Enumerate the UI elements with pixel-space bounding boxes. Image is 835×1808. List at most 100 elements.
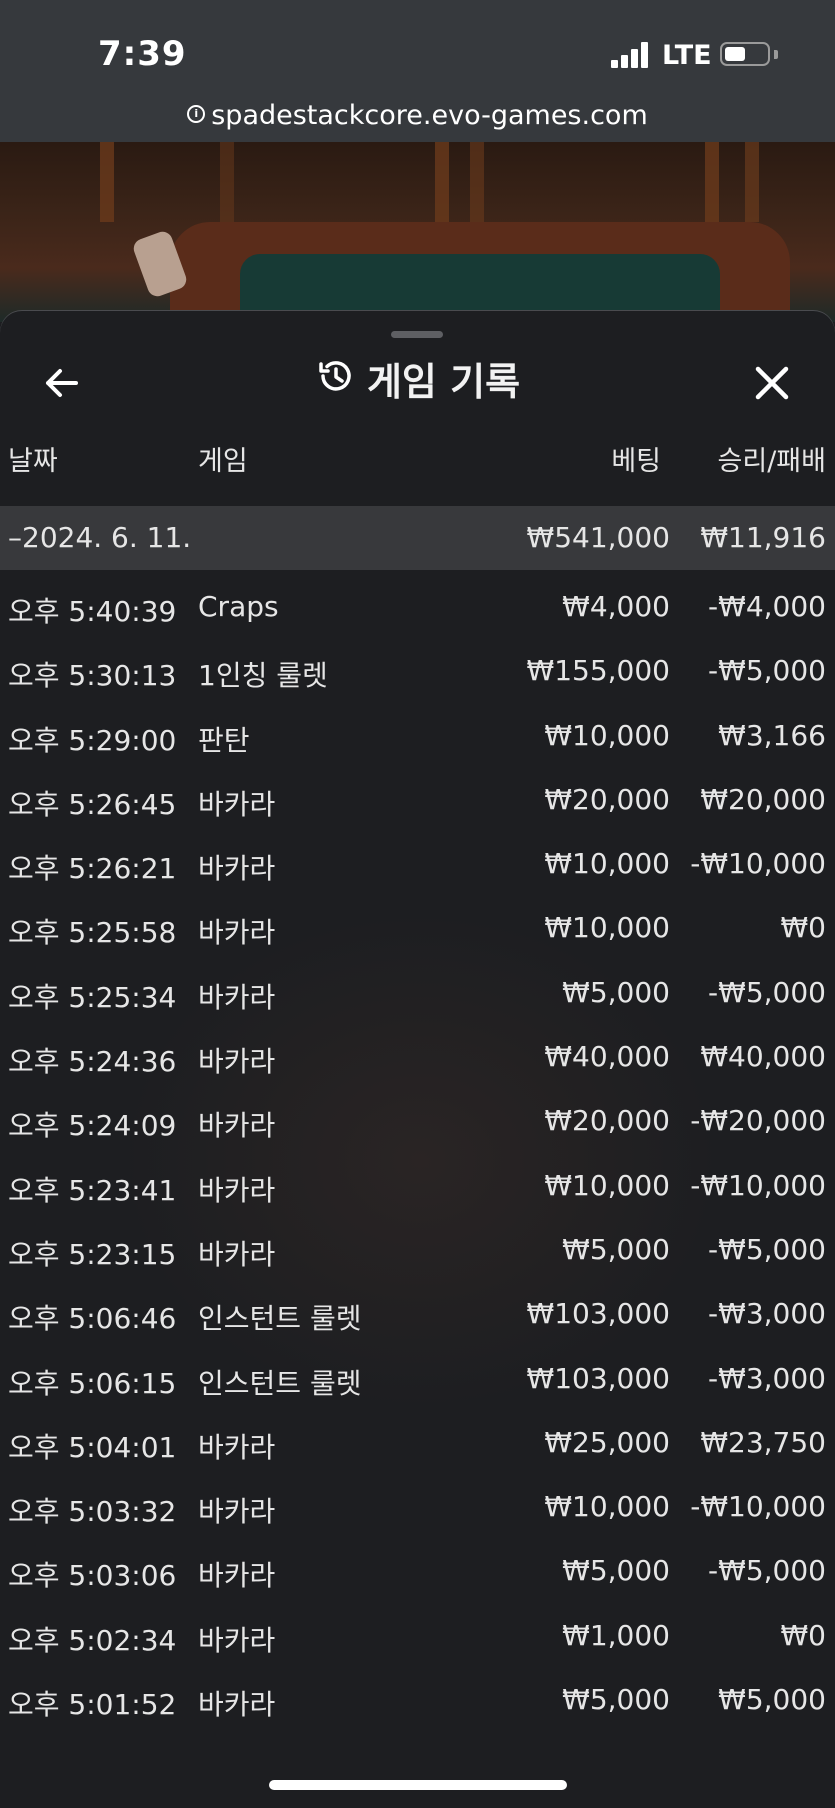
row-game: 바카라	[198, 1173, 276, 1207]
row-time: 오후 5:02:34	[8, 1623, 177, 1657]
table-row[interactable]: 오후 5:40:39 Craps ₩4,000 -₩4,000	[0, 578, 835, 642]
table-row[interactable]: 오후 5:26:21 바카라 ₩10,000 -₩10,000	[0, 835, 835, 899]
row-bet: ₩4,000	[562, 590, 670, 623]
table-row[interactable]: 오후 5:06:15 인스턴트 룰렛 ₩103,000 -₩3,000	[0, 1350, 835, 1414]
table-row[interactable]: 오후 5:25:34 바카라 ₩5,000 -₩5,000	[0, 964, 835, 1028]
table-row[interactable]: 오후 5:06:46 인스턴트 룰렛 ₩103,000 -₩3,000	[0, 1285, 835, 1349]
row-time: 오후 5:23:15	[8, 1237, 177, 1271]
row-bet: ₩5,000	[562, 1683, 670, 1717]
row-bet: ₩155,000	[526, 654, 670, 688]
row-game: 바카라	[198, 1623, 276, 1657]
row-time: 오후 5:26:21	[8, 852, 177, 886]
history-icon	[315, 356, 355, 396]
network-type: LTE	[662, 40, 712, 71]
row-time: 오후 5:24:09	[8, 1109, 177, 1143]
row-bet: ₩10,000	[544, 1168, 670, 1202]
row-time: 오후 5:25:58	[8, 916, 177, 950]
row-result: -₩5,000	[708, 1232, 826, 1266]
game-history-panel: 게임 기록 날짜 게임 베팅 승리/패배 –2024. 6. 11. ₩541,…	[0, 311, 835, 1808]
row-result: -₩5,000	[708, 975, 826, 1009]
table-row[interactable]: 오후 5:24:09 바카라 ₩20,000 -₩20,000	[0, 1092, 835, 1156]
row-result: ₩5,000	[718, 1683, 826, 1717]
row-result: ₩20,000	[700, 782, 826, 816]
row-time: 오후 5:23:41	[8, 1173, 177, 1207]
row-time: 오후 5:30:13	[8, 659, 177, 693]
row-game: 인스턴트 룰렛	[198, 1366, 362, 1400]
row-result: ₩23,750	[700, 1425, 826, 1459]
row-bet: ₩40,000	[544, 1040, 670, 1074]
column-header-game: 게임	[198, 446, 248, 477]
row-time: 오후 5:03:32	[8, 1495, 177, 1529]
column-header-result: 승리/패배	[717, 446, 826, 477]
row-bet: ₩25,000	[544, 1425, 670, 1459]
row-bet: ₩10,000	[544, 718, 670, 752]
info-icon[interactable]: i	[187, 104, 206, 123]
table-row[interactable]: 오후 5:23:15 바카라 ₩5,000 -₩5,000	[0, 1221, 835, 1285]
row-result: -₩4,000	[708, 590, 826, 623]
table-row[interactable]: 오후 5:24:36 바카라 ₩40,000 ₩40,000	[0, 1028, 835, 1092]
row-time: 오후 5:04:01	[8, 1430, 177, 1464]
row-result: -₩5,000	[708, 1554, 826, 1588]
row-result: -₩3,000	[708, 1297, 826, 1331]
table-row[interactable]: 오후 5:02:34 바카라 ₩1,000 ₩0	[0, 1607, 835, 1671]
row-result: ₩0	[780, 1618, 827, 1652]
row-bet: ₩5,000	[562, 975, 670, 1009]
row-game: 바카라	[198, 980, 276, 1014]
drag-handle[interactable]	[391, 331, 443, 338]
date-group-result-total: ₩11,916	[700, 521, 826, 554]
row-bet: ₩10,000	[544, 1490, 670, 1524]
row-result: -₩10,000	[690, 1490, 826, 1524]
row-game: 바카라	[198, 1688, 276, 1722]
row-time: 오후 5:06:46	[8, 1302, 177, 1336]
row-game: 바카라	[198, 1495, 276, 1529]
table-row[interactable]: 오후 5:26:45 바카라 ₩20,000 ₩20,000	[0, 771, 835, 835]
row-result: ₩3,166	[718, 718, 826, 752]
row-bet: ₩1,000	[562, 1618, 670, 1652]
row-result: -₩20,000	[690, 1104, 826, 1138]
row-time: 오후 5:03:06	[8, 1559, 177, 1593]
row-game: 바카라	[198, 787, 276, 821]
table-row[interactable]: 오후 5:03:32 바카라 ₩10,000 -₩10,000	[0, 1478, 835, 1542]
table-row[interactable]: 오후 5:25:58 바카라 ₩10,000 ₩0	[0, 899, 835, 963]
row-bet: ₩5,000	[562, 1554, 670, 1588]
row-time: 오후 5:40:39	[8, 595, 177, 628]
url-bar[interactable]: i spadestackcore.evo-games.com	[0, 100, 835, 142]
date-group-date: –2024. 6. 11.	[8, 521, 192, 554]
row-result: -₩10,000	[690, 1168, 826, 1202]
home-indicator	[269, 1780, 567, 1790]
panel-title: 게임 기록	[366, 360, 521, 404]
table-row[interactable]: 오후 5:29:00 판탄 ₩10,000 ₩3,166	[0, 707, 835, 771]
row-bet: ₩20,000	[544, 1104, 670, 1138]
table-row[interactable]: 오후 5:03:06 바카라 ₩5,000 -₩5,000	[0, 1542, 835, 1606]
table-row[interactable]: 오후 5:04:01 바카라 ₩25,000 ₩23,750	[0, 1414, 835, 1478]
row-game: 인스턴트 룰렛	[198, 1302, 362, 1336]
row-game: 바카라	[198, 852, 276, 886]
row-time: 오후 5:06:15	[8, 1366, 177, 1400]
row-game: 바카라	[198, 1559, 276, 1593]
row-result: -₩3,000	[708, 1361, 826, 1395]
close-button[interactable]	[750, 361, 794, 405]
row-result: -₩10,000	[690, 847, 826, 881]
row-game: Craps	[198, 590, 279, 623]
row-result: ₩40,000	[700, 1040, 826, 1074]
row-game: 1인칭 룰렛	[198, 659, 328, 693]
table-row[interactable]: 오후 5:23:41 바카라 ₩10,000 -₩10,000	[0, 1157, 835, 1221]
table-row[interactable]: 오후 5:30:13 1인칭 룰렛 ₩155,000 -₩5,000	[0, 642, 835, 706]
column-header-bet: 베팅	[611, 446, 661, 477]
date-group-bet-total: ₩541,000	[526, 521, 670, 554]
table-row[interactable]: 오후 5:01:52 바카라 ₩5,000 ₩5,000	[0, 1671, 835, 1735]
date-group-row[interactable]: –2024. 6. 11. ₩541,000 ₩11,916	[0, 506, 835, 570]
panel-header: 게임 기록	[0, 351, 835, 413]
row-result: ₩0	[780, 911, 827, 945]
status-time: 7:39	[98, 34, 187, 74]
row-game: 바카라	[198, 916, 276, 950]
row-game: 바카라	[198, 1430, 276, 1464]
history-list: 오후 5:40:39 Craps ₩4,000 -₩4,000 오후 5:30:13 1인…	[0, 578, 835, 1735]
live-video-background	[0, 142, 835, 322]
row-bet: ₩10,000	[544, 911, 670, 945]
row-time: 오후 5:26:45	[8, 787, 177, 821]
url-text: spadestackcore.evo-games.com	[211, 100, 648, 131]
row-game: 바카라	[198, 1045, 276, 1079]
row-bet: ₩10,000	[544, 847, 670, 881]
signal-icon	[611, 42, 651, 68]
